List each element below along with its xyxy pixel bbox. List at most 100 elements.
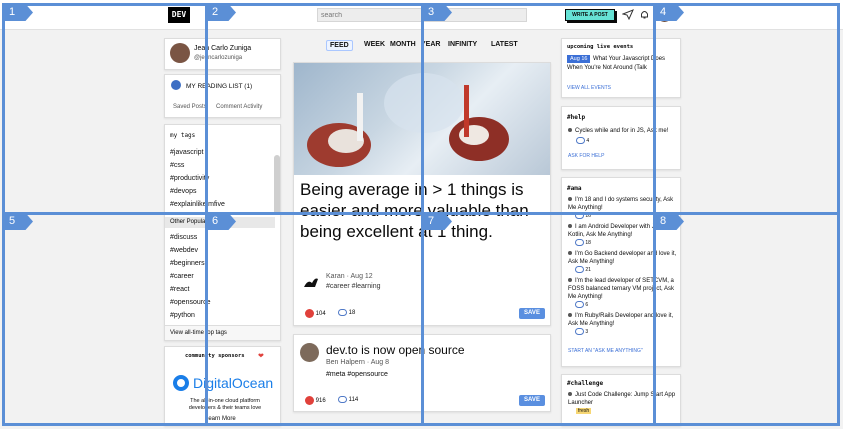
ama-item-count: 21	[585, 267, 591, 273]
sponsors-card: community sponsors ❤ DigitalOcean The al…	[164, 346, 281, 426]
comment-icon	[575, 239, 584, 247]
reactions-count[interactable]: 916	[305, 396, 326, 405]
user-avatar	[568, 197, 572, 201]
user-avatar	[568, 392, 572, 396]
grid-line	[837, 3, 840, 425]
tag-link[interactable]: #explainlikeimfive	[170, 201, 275, 208]
heart-icon: ❤	[258, 353, 264, 360]
tag-link[interactable]: #beginners	[170, 260, 275, 267]
page: DEV WRITE A POST Jean Carlo Zuniga @jean…	[0, 0, 843, 429]
digitalocean-logo[interactable]	[173, 375, 189, 391]
profile-name: Jean Carlo Zuniga	[194, 45, 252, 52]
reading-list-title[interactable]: MY READING LIST (1)	[186, 83, 252, 90]
post-author-avatar	[302, 273, 320, 296]
heart-icon	[305, 309, 314, 318]
ama-item[interactable]: I'm Go Backend developer and love it, As…	[568, 250, 678, 274]
tag-link[interactable]: #javascript	[170, 149, 275, 156]
ama-item-count: 6	[585, 302, 589, 308]
tag-link[interactable]: #css	[170, 162, 275, 169]
challenge-item[interactable]: Just Code Challenge: Jump Start App Laun…	[568, 391, 678, 407]
paper-plane-icon[interactable]	[621, 9, 634, 23]
help-heading: #help	[567, 114, 586, 121]
ama-item-text: I'm Ruby/Rails Developer and love it, As…	[568, 313, 674, 327]
tag-link[interactable]: #career	[170, 273, 275, 280]
heart-icon	[305, 396, 314, 405]
tab-latest[interactable]: LATEST	[491, 41, 518, 48]
help-count: 4	[586, 137, 590, 144]
comment-icon	[576, 137, 585, 144]
my-tags-list: #javascript #css #productivity #devops #…	[165, 149, 275, 214]
all-time-tags-link[interactable]: View all-time top tags	[165, 325, 280, 340]
tab-infinity[interactable]: INFINITY	[448, 41, 477, 48]
reading-list-icon	[171, 80, 181, 90]
other-tags-list: #discuss #webdev #beginners #career #rea…	[165, 234, 275, 325]
post-author[interactable]: Karan · Aug 12	[326, 273, 373, 280]
sponsor-blurb: The all-in-one cloud platform developers…	[188, 398, 262, 411]
write-post-button[interactable]: WRITE A POST	[565, 9, 615, 21]
view-events-link[interactable]: VIEW ALL EVENTS	[567, 85, 611, 91]
my-tags-heading: my tags	[170, 132, 196, 139]
tag-link[interactable]: #opensource	[170, 299, 275, 306]
bell-icon[interactable]	[640, 9, 649, 23]
ama-item-count: 18	[585, 240, 591, 246]
user-avatar	[568, 278, 572, 282]
comments-count[interactable]: 114	[338, 396, 358, 403]
post-tags[interactable]: #career #learning	[326, 283, 380, 290]
tag-link[interactable]: #discuss	[170, 234, 275, 241]
user-avatar	[568, 251, 572, 255]
tab-month[interactable]: MONTH	[390, 41, 416, 48]
user-avatar	[568, 128, 572, 132]
post-tags[interactable]: #meta #opensource	[326, 371, 388, 378]
post-author[interactable]: Ben Halpern · Aug 8	[326, 359, 389, 366]
start-ama-link[interactable]: START AN "ASK ME ANYTHING"	[568, 348, 643, 354]
ask-help-link[interactable]: ASK FOR HELP	[568, 153, 604, 159]
tag-link[interactable]: #productivity	[170, 175, 275, 182]
tag-link[interactable]: #react	[170, 286, 275, 293]
tag-link[interactable]: #webdev	[170, 247, 275, 254]
comments-count[interactable]: 18	[338, 309, 355, 316]
ama-heading: #ama	[567, 185, 582, 192]
tab-feed[interactable]: FEED	[326, 40, 353, 51]
help-comments: 4	[576, 137, 589, 144]
ama-item[interactable]: I'm the lead developer of SETCVM, a FOSS…	[568, 277, 678, 309]
tags-card: my tags #javascript #css #productivity #…	[164, 124, 281, 341]
comment-icon	[575, 301, 584, 309]
comment-activity-link[interactable]: Comment Activity	[216, 104, 262, 110]
upcoming-events-card: upcoming live events Aug 16 What Your Ja…	[561, 38, 681, 98]
comments-value: 114	[348, 397, 359, 404]
upcoming-heading: upcoming live events	[567, 44, 634, 50]
ama-item[interactable]: I'm Ruby/Rails Developer and love it, As…	[568, 312, 678, 336]
post-title[interactable]: Being average in > 1 things is easier an…	[300, 179, 540, 242]
dev-logo[interactable]: DEV	[168, 7, 190, 23]
save-button[interactable]: SAVE	[519, 308, 545, 319]
comment-icon	[575, 266, 584, 274]
save-button[interactable]: SAVE	[519, 395, 545, 406]
profile-card[interactable]: Jean Carlo Zuniga @jeancarlozuniga	[164, 38, 281, 70]
tag-link[interactable]: #python	[170, 312, 275, 319]
comments-value: 18	[348, 310, 356, 317]
post-author-avatar	[300, 343, 319, 362]
reactions-value: 104	[315, 311, 326, 318]
profile-avatar	[170, 43, 190, 63]
challenge-card: #challenge Just Code Challenge: Jump Sta…	[561, 374, 681, 426]
saved-posts-link[interactable]: Saved Posts	[173, 104, 207, 110]
sponsors-heading: community sponsors	[185, 353, 245, 359]
comment-icon	[338, 309, 347, 316]
tags-scrollbar[interactable]	[274, 155, 280, 215]
ama-item-count: 3	[585, 329, 589, 335]
grid-label: 5	[3, 213, 33, 230]
reactions-count[interactable]: 104	[305, 309, 326, 318]
fresh-badge: fresh	[576, 408, 592, 414]
user-avatar	[568, 224, 572, 228]
sponsor-learn-more-link[interactable]: Learn More	[205, 416, 236, 422]
comment-icon	[338, 396, 347, 403]
ama-item-text: I'm Go Backend developer and love it, As…	[568, 251, 677, 265]
event-title[interactable]: What Your Javascript Does When You're No…	[567, 55, 679, 73]
reactions-value: 916	[315, 398, 326, 405]
tag-link[interactable]: #devops	[170, 188, 275, 195]
challenge-heading: #challenge	[567, 380, 604, 387]
ama-item-text: I'm the lead developer of SETCVM, a FOSS…	[568, 278, 675, 300]
post-title[interactable]: dev.to is now open source	[326, 343, 465, 357]
tab-week[interactable]: WEEK	[364, 41, 385, 48]
help-card: #help Cycles while and for in JS, Ask me…	[561, 106, 681, 170]
